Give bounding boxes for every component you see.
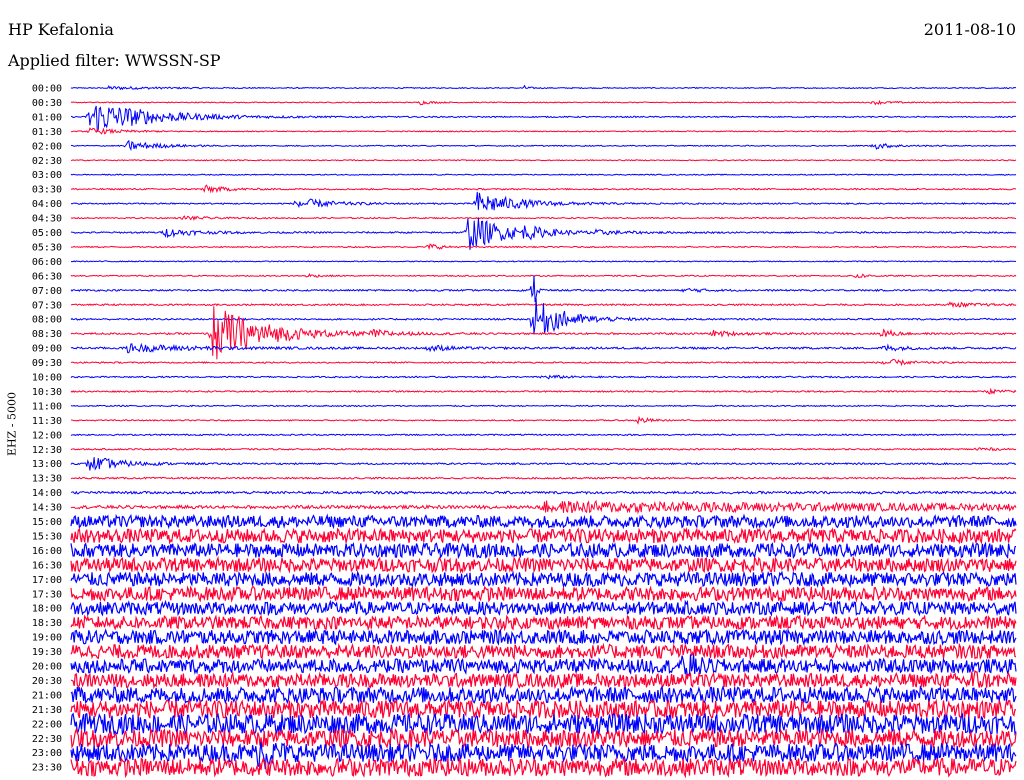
row-time-label: 14:00 (32, 488, 62, 499)
trace-row-1530 (70, 527, 1017, 545)
row-time-label: 19:00 (32, 633, 62, 644)
row-time-label: 23:00 (32, 748, 62, 759)
row-time-label: 05:00 (32, 228, 62, 239)
row-time-label: 15:30 (32, 531, 62, 542)
trace-row-1230 (70, 447, 1017, 452)
seismogram-plot: 00:00 00:30 01:00 01:30 02:00 02:30 03:00 03:30… (32, 84, 1017, 779)
row-time-label: 00:00 (32, 84, 62, 95)
trace-row-1130 (71, 415, 1017, 425)
row-time-label: 04:00 (32, 199, 62, 210)
row-time-label: 10:30 (32, 387, 62, 398)
row-time-label: 06:00 (32, 257, 62, 268)
trace-row-1730 (70, 584, 1017, 603)
row-time-label: 13:00 (32, 459, 62, 470)
trace-row-0530 (70, 243, 1017, 251)
row-time-label: 18:00 (32, 604, 62, 615)
row-time-label: 19:30 (32, 647, 62, 658)
trace-row-1500 (70, 513, 1017, 530)
trace-row-1300 (70, 457, 1017, 471)
trace-row-1400 (70, 490, 1017, 495)
trace-row-0400 (70, 191, 1017, 211)
trace-row-0330 (70, 184, 1017, 194)
trace-row-0800 (70, 297, 1017, 334)
trace-row-0030 (70, 99, 1017, 106)
row-time-label: 20:30 (32, 676, 62, 687)
row-time-label: 06:30 (32, 271, 62, 282)
row-time-label: 11:30 (32, 416, 62, 427)
row-time-label: 03:00 (32, 170, 62, 181)
row-time-label: 07:30 (32, 300, 62, 311)
row-time-label: 15:00 (32, 517, 62, 528)
row-time-label: 08:30 (32, 329, 62, 340)
row-time-label: 09:30 (32, 358, 62, 369)
row-time-label: 12:00 (32, 430, 62, 441)
trace-row-2130 (70, 698, 1017, 720)
trace-row-1200 (70, 433, 1017, 437)
trace-row-1100 (70, 404, 1017, 408)
row-time-label: 16:00 (32, 546, 62, 557)
trace-row-1900 (70, 628, 1017, 647)
row-time-label: 05:30 (32, 242, 62, 253)
row-time-label: 09:00 (32, 344, 62, 355)
trace-row-1700 (70, 570, 1017, 589)
row-time-label: 02:30 (32, 156, 62, 167)
row-time-label: 12:30 (32, 445, 62, 456)
row-time-label: 07:00 (32, 286, 62, 297)
row-time-label: 21:30 (32, 705, 62, 716)
row-time-label: 01:30 (32, 127, 62, 138)
row-time-label: 10:00 (32, 373, 62, 384)
trace-row-2000 (70, 654, 1017, 678)
trace-row-2030 (70, 669, 1017, 690)
row-time-label: 23:30 (32, 763, 62, 774)
row-time-label: 21:00 (32, 690, 62, 701)
trace-row-0930 (70, 358, 1017, 367)
row-time-label: 03:30 (32, 185, 62, 196)
trace-row-2330 (70, 756, 1017, 779)
row-time-label: 17:00 (32, 575, 62, 586)
trace-row-0500 (70, 218, 1017, 250)
row-time-label: 22:00 (32, 719, 62, 730)
trace-row-0600 (70, 260, 1017, 263)
row-time-label: 08:00 (32, 315, 62, 326)
row-time-label: 16:30 (32, 560, 62, 571)
row-time-label: 17:30 (32, 589, 62, 600)
trace-row-1630 (70, 555, 1017, 574)
row-time-label: 14:30 (32, 503, 62, 514)
trace-row-2230 (70, 727, 1017, 750)
trace-row-0130 (70, 127, 1017, 135)
row-time-label: 01:00 (32, 112, 62, 123)
row-time-label: 11:00 (32, 401, 62, 412)
row-time-label: 13:30 (32, 474, 62, 485)
trace-row-1800 (70, 599, 1017, 617)
trace-row-1430 (70, 499, 1017, 515)
row-time-label: 22:30 (32, 734, 62, 745)
trace-row-0700 (70, 275, 1017, 303)
row-time-label: 00:30 (32, 98, 62, 109)
trace-row-0000 (70, 84, 1017, 91)
row-time-label: 20:00 (32, 662, 62, 673)
row-time-label: 04:30 (32, 214, 62, 225)
trace-row-1930 (70, 642, 1017, 661)
trace-row-0430 (70, 215, 1017, 222)
trace-row-1830 (70, 614, 1017, 632)
row-time-label: 02:00 (32, 141, 62, 152)
trace-row-0630 (70, 273, 1017, 279)
trace-row-1030 (70, 387, 1017, 395)
trace-row-2100 (70, 685, 1017, 705)
trace-row-2200 (70, 712, 1017, 737)
trace-row-0230 (71, 159, 1017, 162)
trace-row-0200 (70, 139, 1017, 152)
trace-row-0300 (70, 173, 1017, 176)
row-time-label: 18:30 (32, 618, 62, 629)
trace-row-0100 (70, 105, 1017, 132)
trace-row-1600 (70, 541, 1017, 560)
trace-row-1330 (70, 476, 1016, 480)
trace-row-1000 (70, 374, 1017, 380)
